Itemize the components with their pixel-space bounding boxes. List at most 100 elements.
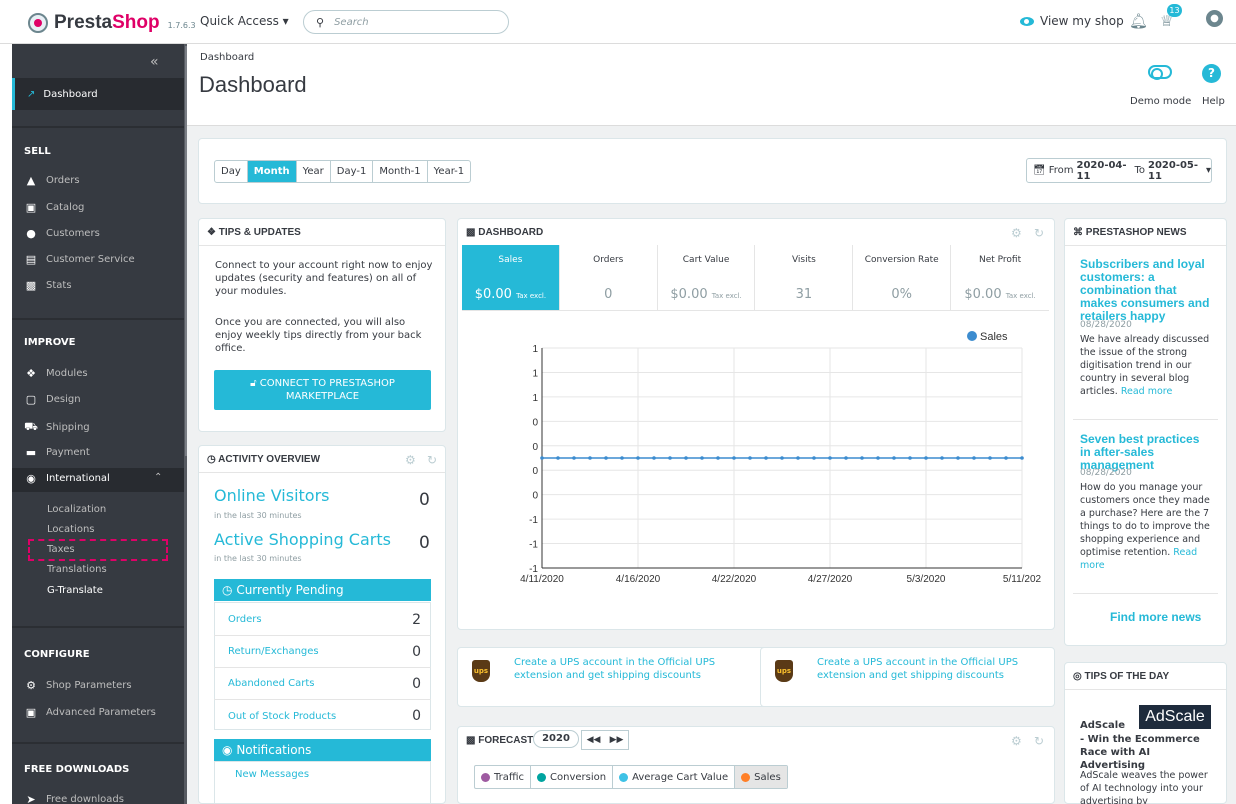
gear-icon[interactable]: ⚙ xyxy=(405,453,416,467)
from-label: From xyxy=(1048,165,1074,176)
quick-access-dropdown[interactable]: Quick Access ▾ xyxy=(200,14,289,28)
kpi-net-profit[interactable]: Net Profit $0.00 Tax excl. xyxy=(951,245,1049,310)
pending-count: 0 xyxy=(412,708,421,724)
to-label: To xyxy=(1134,165,1145,176)
date-range-picker[interactable]: 📅︎ From 2020-04-11 To 2020-05-11 ▾ xyxy=(1026,158,1212,183)
legend-conversion[interactable]: Conversion xyxy=(531,766,614,788)
x-tick-label: 4/22/2020 xyxy=(712,574,757,585)
sidebar-item-international[interactable]: ◉ International xyxy=(24,472,110,485)
kpi-sales[interactable]: Sales $0.00 Tax excl. xyxy=(462,245,560,310)
connect-marketplace-button[interactable]: 🔓︎ CONNECT TO PRESTASHOP MARKETPLACE xyxy=(214,370,431,410)
kpi-value: 0% xyxy=(891,287,913,302)
help-icon[interactable]: ? xyxy=(1202,64,1221,83)
legend-traffic[interactable]: Traffic xyxy=(475,766,532,788)
ups-promo-text[interactable]: Create a UPS account in the Official UPS… xyxy=(514,656,734,682)
gear-icon[interactable]: ⚙ xyxy=(1011,734,1022,748)
sidebar-subitem-g-translate[interactable]: G-Translate xyxy=(47,585,103,596)
news-title-2[interactable]: Seven best practices in after-sales mana… xyxy=(1080,433,1210,472)
forecast-legend: Traffic Conversion Average Cart Value Sa… xyxy=(474,765,788,789)
collapse-sidebar-icon[interactable]: « xyxy=(150,54,159,70)
period-year-button[interactable]: Year xyxy=(297,161,331,182)
kpi-visits[interactable]: Visits 31 xyxy=(755,245,854,310)
sidebar-item-dashboard[interactable]: ↗ Dashboard xyxy=(12,78,184,110)
period-month-1-button[interactable]: Month-1 xyxy=(373,161,428,182)
pending-label: Orders xyxy=(228,614,262,625)
find-more-news-link[interactable]: Find more news xyxy=(1110,610,1201,624)
sidebar-item-catalog[interactable]: ▣ Catalog xyxy=(24,201,85,214)
sidebar-section-configure: CONFIGURE xyxy=(24,649,90,660)
prestashop-logo[interactable]: PrestaShop 1.7.6.3 xyxy=(28,12,196,34)
sidebar-item-customers[interactable]: ● Customers xyxy=(24,227,100,240)
previous-icon[interactable]: ◀◀ xyxy=(587,735,601,745)
adscale-logo[interactable]: AdScale xyxy=(1139,705,1211,729)
period-year-1-button[interactable]: Year-1 xyxy=(428,161,471,182)
period-month-button[interactable]: Month xyxy=(247,161,297,182)
refresh-icon[interactable]: ↻ xyxy=(427,453,437,467)
sidebar-item-customer-service[interactable]: ▤ Customer Service xyxy=(24,253,135,266)
period-day-button[interactable]: Day xyxy=(215,161,248,182)
y-tick-label: 1 xyxy=(532,368,538,379)
chevron-up-icon[interactable]: ⌃ xyxy=(154,472,162,483)
ups-promo-card[interactable]: ups Create a UPS account in the Official… xyxy=(457,647,774,707)
refresh-icon[interactable]: ↻ xyxy=(1034,226,1044,240)
kpi-orders[interactable]: Orders 0 xyxy=(560,245,658,310)
user-icon: ● xyxy=(26,227,36,240)
pending-row-returns[interactable]: Return/Exchanges 0 xyxy=(214,636,431,668)
pending-row-orders[interactable]: Orders 2 xyxy=(214,604,431,636)
active-carts-sub: in the last 30 minutes xyxy=(214,554,302,563)
sidebar-section-improve: IMPROVE xyxy=(24,337,76,348)
brand-shop: Shop xyxy=(112,12,160,33)
ups-promo-text[interactable]: Create a UPS account in the Official UPS… xyxy=(817,656,1037,682)
read-more-link[interactable]: Read more xyxy=(1121,386,1173,397)
sidebar-divider xyxy=(12,626,184,628)
pending-row-out-of-stock[interactable]: Out of Stock Products 0 xyxy=(214,700,431,732)
sidebar-item-free-downloads[interactable]: ➤ Free downloads xyxy=(24,793,124,804)
chart-x-ticks: 4/11/2020 4/16/2020 4/22/2020 4/27/2020 5/3/… xyxy=(520,574,1041,585)
active-carts-count: 0 xyxy=(419,533,430,553)
sidebar-item-label: Dashboard xyxy=(43,88,98,100)
ups-logo-icon: ups xyxy=(472,660,490,682)
sidebar-item-design[interactable]: ▢ Design xyxy=(24,393,81,406)
sidebar-divider xyxy=(12,742,184,744)
x-tick-label: 4/16/2020 xyxy=(616,574,661,585)
sidebar-divider xyxy=(12,318,184,320)
help-label[interactable]: Help xyxy=(1202,96,1225,107)
chart-y-ticks: 1110000-1-1-1 xyxy=(529,344,538,575)
sidebar-item-modules[interactable]: ❖ Modules xyxy=(24,367,88,380)
ups-promo-card[interactable]: ups Create a UPS account in the Official… xyxy=(760,647,1055,707)
refresh-icon[interactable]: ↻ xyxy=(1034,734,1044,748)
kpi-title: Net Profit xyxy=(978,255,1022,265)
breadcrumb[interactable]: Dashboard xyxy=(200,52,254,63)
next-icon[interactable]: ▶▶ xyxy=(610,735,624,745)
kpi-cart-value[interactable]: Cart Value $0.00 Tax excl. xyxy=(658,245,756,310)
new-messages-tab[interactable]: New Messages xyxy=(235,769,309,780)
active-carts-label[interactable]: Active Shopping Carts xyxy=(214,530,391,549)
news-title-1[interactable]: Subscribers and loyal customers: a combi… xyxy=(1080,258,1210,323)
sidebar-item-orders[interactable]: ▲ Orders xyxy=(24,174,80,187)
sidebar-item-advanced-parameters[interactable]: ▣ Advanced Parameters xyxy=(24,706,156,719)
sidebar-subitem-localization[interactable]: Localization xyxy=(47,504,106,515)
notifications-box xyxy=(214,761,431,804)
basket-icon: ▲ xyxy=(26,174,36,187)
view-shop-link[interactable]: View my shop xyxy=(1020,14,1124,28)
bell-icon[interactable]: 🔔︎ xyxy=(1129,12,1148,30)
sidebar-subitem-translations[interactable]: Translations xyxy=(47,564,107,575)
legend-average-cart-value[interactable]: Average Cart Value xyxy=(613,766,736,788)
pending-row-abandoned-carts[interactable]: Abandoned Carts 0 xyxy=(214,668,431,700)
demo-mode-label[interactable]: Demo mode xyxy=(1130,96,1191,107)
search-input[interactable]: ⚲ Search xyxy=(303,10,509,34)
sidebar-item-payment[interactable]: ▬ Payment xyxy=(24,446,90,459)
user-account-icon[interactable]: ● xyxy=(1206,10,1223,27)
forecast-year-selector[interactable]: 2020 xyxy=(533,730,579,748)
gear-icon[interactable]: ⚙ xyxy=(1011,226,1022,240)
panel-title: DASHBOARD xyxy=(478,227,544,238)
online-visitors-label[interactable]: Online Visitors xyxy=(214,486,330,505)
period-day-1-button[interactable]: Day-1 xyxy=(331,161,374,182)
legend-sales[interactable]: Sales xyxy=(735,766,787,788)
sidebar-item-shop-parameters[interactable]: ⚙ Shop Parameters xyxy=(24,679,132,692)
sidebar-subitem-locations[interactable]: Locations xyxy=(47,524,95,535)
sidebar-item-shipping[interactable]: ⛟ Shipping xyxy=(24,420,90,435)
demo-mode-toggle-icon[interactable] xyxy=(1148,65,1172,80)
kpi-conversion-rate[interactable]: Conversion Rate 0% xyxy=(853,245,952,310)
sidebar-item-stats[interactable]: ▩ Stats xyxy=(24,279,72,292)
